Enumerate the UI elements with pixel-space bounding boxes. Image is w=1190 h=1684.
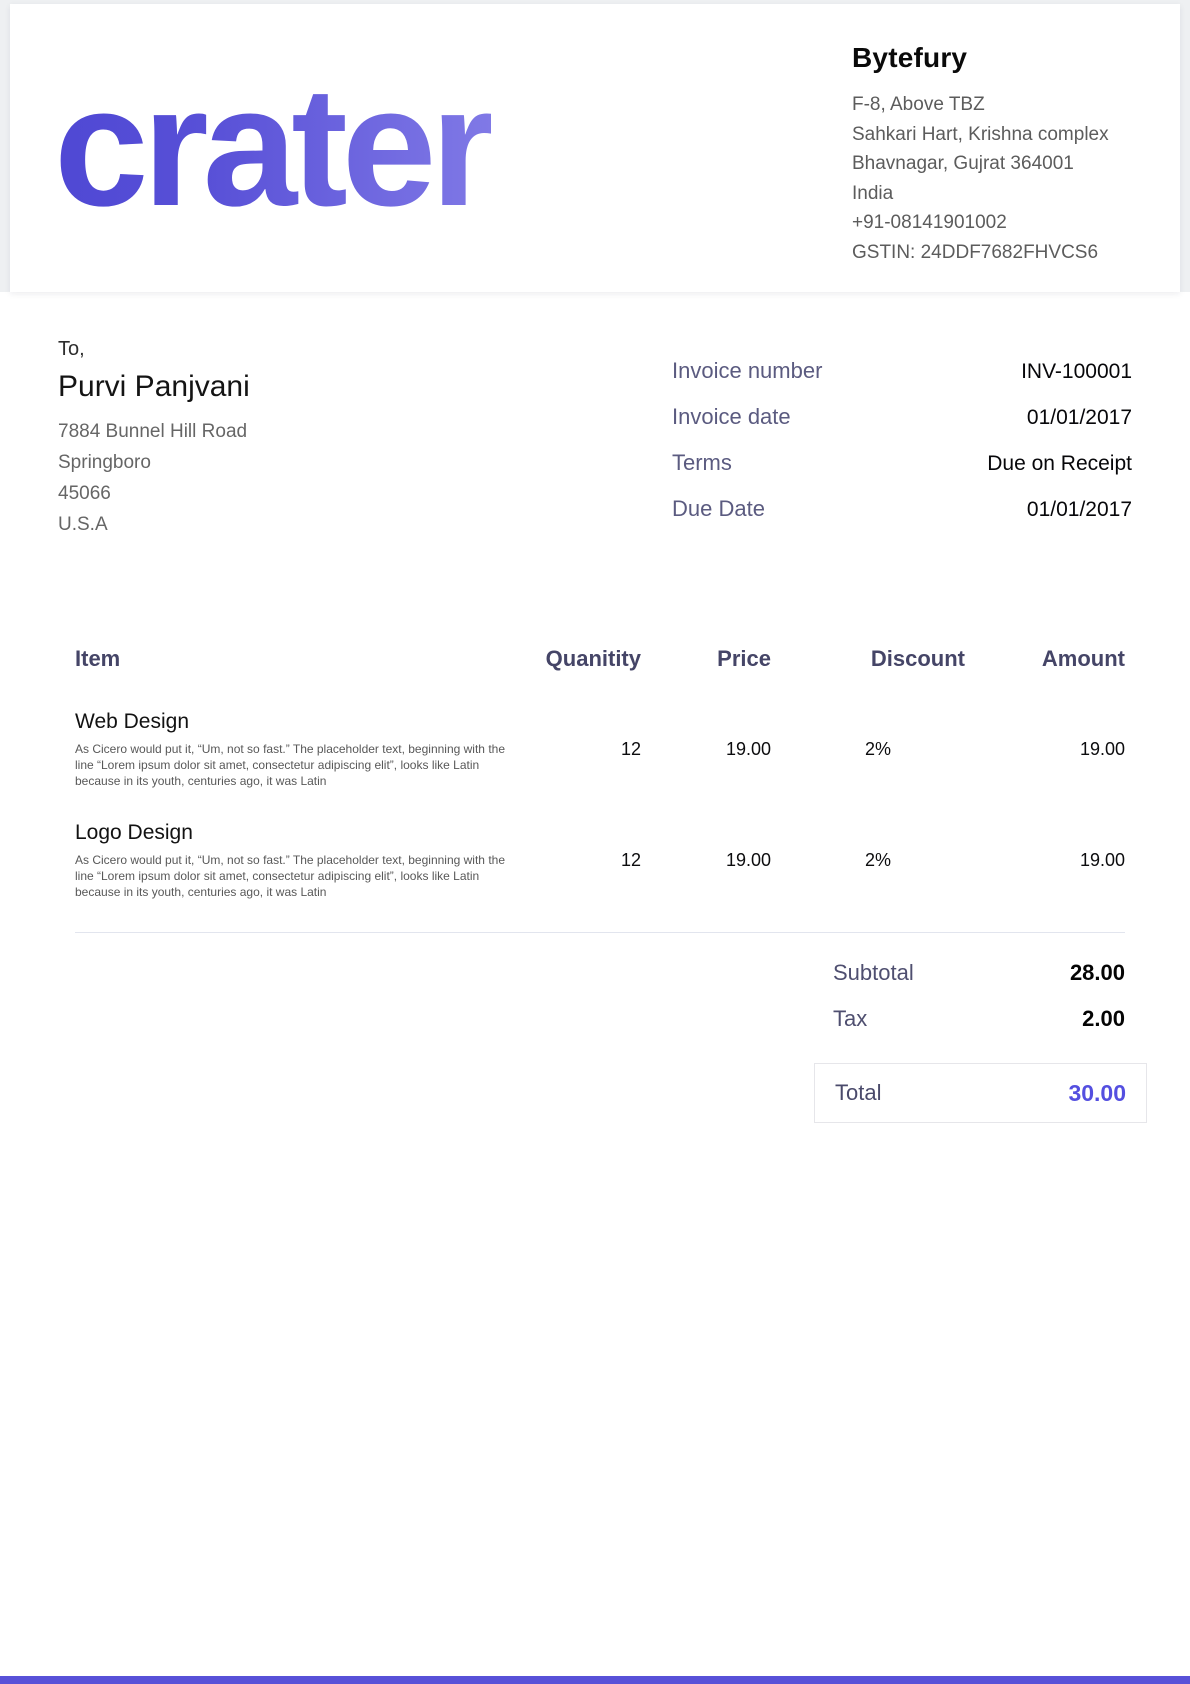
company-address-line: India [852,179,1190,209]
header-card: crater Bytefury F-8, Above TBZ Sahkari H… [10,4,1180,292]
table-divider [75,932,1125,933]
company-address: F-8, Above TBZ Sahkari Hart, Krishna com… [852,90,1190,267]
tax-row: Tax 2.00 [833,1006,1125,1032]
item-name: Web Design [75,710,535,734]
company-gstin: GSTIN: 24DDF7682FHVCS6 [852,238,1190,268]
terms-value: Due on Receipt [987,449,1132,479]
subtotal-row: Subtotal 28.00 [833,960,1125,986]
item-name: Logo Design [75,821,535,845]
customer-address: 7884 Bunnel Hill Road Springboro 45066 U… [58,416,250,540]
customer-name: Purvi Panjvani [58,370,250,404]
item-amount: 19.00 [965,739,1125,760]
header-zone: crater Bytefury F-8, Above TBZ Sahkari H… [0,0,1190,292]
company-name: Bytefury [852,42,1190,74]
subtotal-label: Subtotal [833,960,914,986]
item-cell: Logo Design As Cicero would put it, “Um,… [75,821,535,900]
due-date-row: Due Date 01/01/2017 [672,494,1132,525]
totals-block: Subtotal 28.00 Tax 2.00 [833,960,1125,1052]
bill-to-block: To, Purvi Panjvani 7884 Bunnel Hill Road… [58,338,250,540]
footer-accent-bar [0,1676,1190,1684]
subtotal-value: 28.00 [1070,960,1125,986]
table-row: Web Design As Cicero would put it, “Um, … [75,710,1125,789]
item-description: As Cicero would put it, “Um, not so fast… [75,852,507,900]
customer-address-line: U.S.A [58,509,250,540]
item-discount: 2% [771,739,965,760]
customer-address-line: 7884 Bunnel Hill Road [58,416,250,447]
total-box: Total 30.00 [814,1063,1147,1123]
terms-label: Terms [672,448,732,478]
table-row: Logo Design As Cicero would put it, “Um,… [75,821,1125,900]
crater-logo: crater [54,62,491,232]
tax-value: 2.00 [1082,1006,1125,1032]
terms-row: Terms Due on Receipt [672,448,1132,479]
item-price: 19.00 [641,850,771,871]
company-phone: +91-08141901002 [852,208,1190,238]
company-address-line: Bhavnagar, Gujrat 364001 [852,149,1190,179]
company-address-line: Sahkari Hart, Krishna complex [852,120,1190,150]
column-header-price: Price [641,646,771,672]
total-value: 30.00 [1068,1080,1126,1107]
invoice-date-value: 01/01/2017 [1027,403,1132,433]
item-cell: Web Design As Cicero would put it, “Um, … [75,710,535,789]
invoice-number-row: Invoice number INV-100001 [672,356,1132,387]
invoice-number-value: INV-100001 [1021,357,1132,387]
column-header-discount: Discount [771,646,965,672]
column-header-item: Item [75,646,535,672]
company-address-line: F-8, Above TBZ [852,90,1190,120]
items-table: Item Quanitity Price Discount Amount Web… [75,646,1125,933]
item-price: 19.00 [641,739,771,760]
invoice-date-label: Invoice date [672,402,791,432]
item-amount: 19.00 [965,850,1125,871]
item-quantity: 12 [535,739,641,760]
column-header-amount: Amount [965,646,1125,672]
customer-address-line: 45066 [58,478,250,509]
invoice-meta: Invoice number INV-100001 Invoice date 0… [672,356,1132,540]
invoice-number-label: Invoice number [672,356,822,386]
item-quantity: 12 [535,850,641,871]
items-table-header: Item Quanitity Price Discount Amount [75,646,1125,672]
company-block: Bytefury F-8, Above TBZ Sahkari Hart, Kr… [852,42,1190,267]
customer-address-line: Springboro [58,447,250,478]
due-date-label: Due Date [672,494,765,524]
total-label: Total [835,1080,881,1106]
bill-to-label: To, [58,338,250,361]
invoice-page: crater Bytefury F-8, Above TBZ Sahkari H… [0,0,1190,1684]
item-discount: 2% [771,850,965,871]
invoice-date-row: Invoice date 01/01/2017 [672,402,1132,433]
item-description: As Cicero would put it, “Um, not so fast… [75,741,507,789]
due-date-value: 01/01/2017 [1027,495,1132,525]
column-header-quantity: Quanitity [535,646,641,672]
tax-label: Tax [833,1006,867,1032]
